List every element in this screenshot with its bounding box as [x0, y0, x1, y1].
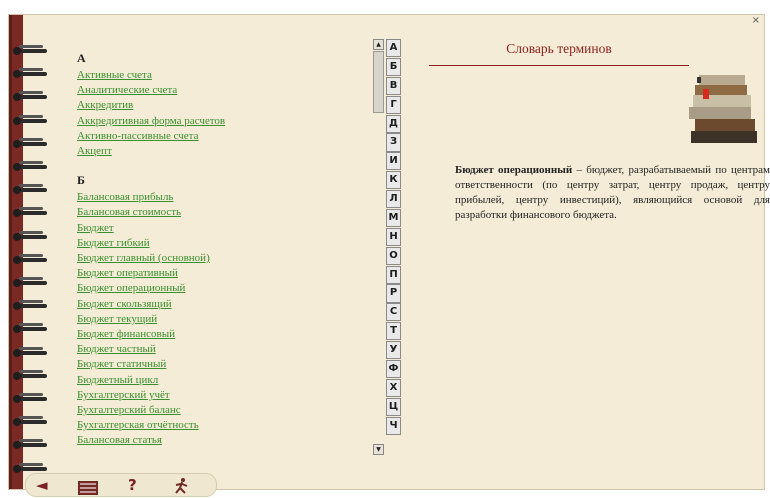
- letter-button[interactable]: Р: [386, 284, 401, 303]
- binding-ring: [13, 207, 49, 219]
- definition-term: Бюджет операционный: [455, 164, 573, 176]
- exit-runner-icon[interactable]: [172, 476, 192, 496]
- section-letter: Б: [77, 173, 85, 188]
- page-title: Словарь терминов: [506, 41, 612, 56]
- binding-ring: [13, 369, 49, 382]
- keyboard-icon[interactable]: [78, 478, 98, 498]
- term-link[interactable]: Бюджет частный: [77, 342, 370, 357]
- section-letter: А: [77, 51, 86, 65]
- letter-button[interactable]: О: [386, 246, 401, 265]
- term-link[interactable]: Бухгалтерская отчётность: [77, 418, 370, 433]
- term-link[interactable]: Бюджетный цикл: [77, 373, 370, 388]
- alphabet-index: А Б В Г Д З И К Л М Н О П Р С Т У Ф Х Ц …: [386, 39, 402, 435]
- letter-button[interactable]: Г: [386, 95, 401, 114]
- letter-button[interactable]: Т: [386, 322, 401, 341]
- binding-ring: [13, 253, 49, 266]
- letter-button[interactable]: И: [386, 152, 401, 171]
- letter-button[interactable]: У: [386, 341, 401, 360]
- letter-button[interactable]: З: [386, 133, 401, 152]
- section-a: А Активные счета Аналитические счета Акк…: [75, 51, 370, 159]
- section-b: Б Балансовая прибыль Балансовая стоимост…: [75, 173, 370, 448]
- binding-ring: [13, 393, 49, 405]
- binding-ring: [13, 277, 49, 289]
- glossary-window: × А Активные счета Аналитические счета А…: [8, 14, 770, 497]
- letter-button[interactable]: В: [386, 76, 401, 95]
- term-link[interactable]: Бюджет скользящий: [77, 297, 370, 312]
- binding-ring: [13, 45, 49, 57]
- binding-ring: [13, 230, 49, 243]
- term-link[interactable]: Бухгалтерский баланс: [77, 403, 370, 418]
- term-link[interactable]: Бюджет операционный: [77, 281, 370, 296]
- definition-text: Бюджет операционный – бюджет, разрабатыв…: [455, 163, 770, 223]
- bottom-toolbar: ◄ ?: [25, 473, 217, 497]
- binding-ring: [13, 346, 49, 359]
- letter-button[interactable]: Х: [386, 378, 401, 397]
- binding-ring: [13, 114, 49, 127]
- binding-ring: [13, 137, 49, 150]
- letter-button[interactable]: Ф: [386, 359, 401, 379]
- binding-ring: [13, 323, 49, 335]
- letter-button[interactable]: Ч: [386, 416, 401, 435]
- scroll-up-button[interactable]: ▲: [373, 39, 384, 50]
- term-link[interactable]: Активные счета: [77, 68, 370, 83]
- letter-button[interactable]: С: [386, 303, 401, 322]
- binding-ring: [13, 161, 49, 173]
- term-link[interactable]: Балансовая прибыль: [77, 190, 370, 205]
- binding-ring: [13, 300, 49, 312]
- term-link[interactable]: Балансовая стоимость: [77, 205, 370, 220]
- term-link[interactable]: Бюджет текущий: [77, 312, 370, 327]
- binding-ring: [13, 91, 49, 103]
- binding-ring: [13, 184, 49, 196]
- binding-ring: [13, 68, 49, 80]
- term-link[interactable]: Акцепт: [77, 144, 370, 159]
- term-link[interactable]: Бюджет гибкий: [77, 236, 370, 251]
- scroll-thumb[interactable]: [373, 51, 384, 113]
- close-button[interactable]: ×: [752, 15, 760, 26]
- letter-button[interactable]: К: [386, 171, 401, 190]
- term-link[interactable]: Бюджет: [77, 221, 370, 236]
- letter-button[interactable]: М: [386, 208, 401, 228]
- term-link[interactable]: Бюджет главный (основной): [77, 251, 370, 266]
- letter-button[interactable]: Ц: [386, 397, 401, 416]
- term-link[interactable]: Активно-пассивные счета: [77, 129, 370, 144]
- title-divider: [429, 65, 689, 66]
- term-link[interactable]: Аккредитивная форма расчетов: [77, 114, 370, 129]
- term-link[interactable]: Бюджет финансовый: [77, 327, 370, 342]
- term-link[interactable]: Аккредитив: [77, 98, 370, 113]
- letter-button[interactable]: Н: [386, 227, 401, 246]
- term-link[interactable]: Балансовая статья: [77, 433, 370, 448]
- letter-button[interactable]: Д: [386, 114, 401, 133]
- back-arrow-icon[interactable]: ◄: [36, 475, 48, 495]
- term-link[interactable]: Бюджет статичный: [77, 357, 370, 372]
- letter-button[interactable]: А: [386, 39, 401, 58]
- term-link[interactable]: Аналитические счета: [77, 83, 370, 98]
- help-icon[interactable]: ?: [128, 475, 137, 495]
- binding-ring: [13, 416, 49, 428]
- letter-button[interactable]: П: [386, 265, 401, 284]
- terms-scrollbar[interactable]: ▲ ▼: [373, 39, 384, 455]
- term-link[interactable]: Бухгалтерский учёт: [77, 388, 370, 403]
- letter-button[interactable]: Л: [386, 190, 401, 209]
- letter-button[interactable]: Б: [386, 57, 401, 77]
- term-link[interactable]: Бюджет оперативный: [77, 266, 370, 281]
- terms-list: А Активные счета Аналитические счета Акк…: [75, 51, 370, 463]
- books-icon: [689, 75, 757, 143]
- binding-ring: [13, 439, 49, 451]
- scroll-down-button[interactable]: ▼: [373, 444, 384, 455]
